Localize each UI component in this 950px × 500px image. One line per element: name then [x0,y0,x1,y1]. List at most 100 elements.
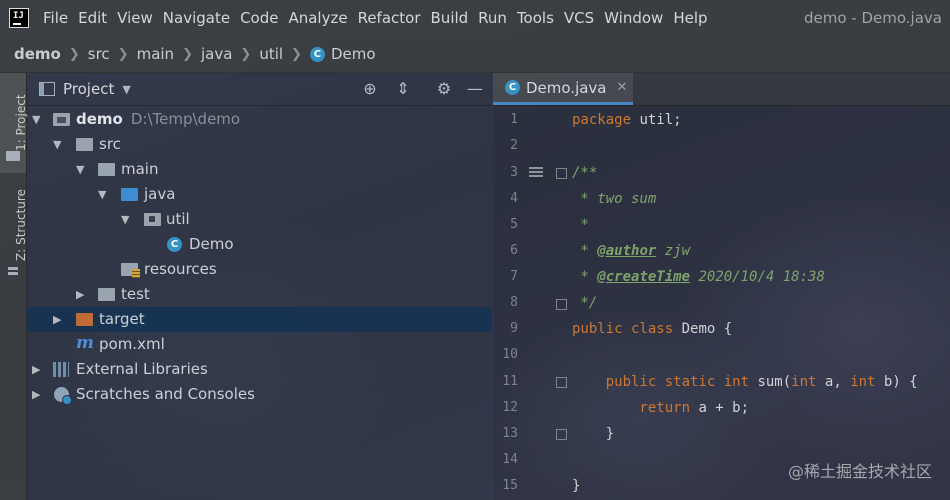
code-area[interactable]: package util; /** * two sum * * @author … [572,106,950,500]
source-folder-icon [121,188,138,201]
maven-icon: m [76,333,94,353]
tab-project[interactable]: 1: Project [0,73,28,173]
menu-bar: IJ File Edit View Navigate Code Analyze … [0,0,950,36]
breadcrumb-demo-class[interactable]: Demo [331,45,376,63]
menu-vcs[interactable]: VCS [564,9,594,27]
menu-edit[interactable]: Edit [78,9,107,27]
fold-marker-icon[interactable] [556,168,567,179]
tree-item-label: pom.xml [99,335,165,353]
menu-refactor[interactable]: Refactor [358,9,421,27]
tree-item-label: java [144,185,176,203]
rendered-doc-toggle-icon[interactable] [529,167,543,177]
line-number: 7 [510,269,518,284]
project-view-selector[interactable]: Project [63,80,114,98]
fold-marker-icon[interactable] [556,429,567,440]
collapsed-arrow-icon[interactable]: ▶ [32,382,40,407]
menu-help[interactable]: Help [673,9,707,27]
tab-label: Demo.java [526,78,607,97]
expanded-arrow-icon[interactable]: ▼ [32,107,40,132]
menu-tools[interactable]: Tools [517,9,554,27]
tree-item-util[interactable]: ▼ util [27,207,492,232]
collapsed-arrow-icon[interactable]: ▶ [32,357,40,382]
menu-build[interactable]: Build [431,9,469,27]
line-number: 4 [510,191,518,206]
menu-window[interactable]: Window [604,9,663,27]
line-number: 2 [510,138,518,153]
tool-window-strip: 1: Project Z: Structure [0,73,28,500]
tree-item-src[interactable]: ▼ src [27,132,492,157]
tree-item-main[interactable]: ▼ main [27,157,492,182]
tree-item-scratches[interactable]: ▶ Scratches and Consoles [27,382,492,407]
breadcrumb-java[interactable]: java [201,45,232,63]
menu-code[interactable]: Code [240,9,278,27]
menu-run[interactable]: Run [478,9,507,27]
code-line: public static int sum(int a, int b) { [572,374,918,390]
gear-icon[interactable]: ⚙ [434,79,454,99]
tree-item-java[interactable]: ▼ java [27,182,492,207]
code-line: */ [572,295,598,311]
breadcrumb-util[interactable]: util [259,45,283,63]
project-view-icon [39,82,55,96]
chevron-down-icon[interactable]: ▼ [122,83,130,96]
menu-analyze[interactable]: Analyze [288,9,347,27]
tree-item-target[interactable]: ▶ target [27,307,492,332]
tree-item-label: main [121,160,159,178]
line-number: 11 [502,374,518,389]
java-class-icon: C [167,237,182,252]
tab-project-label: 1: Project [14,94,28,151]
tree-item-resources[interactable]: resources [27,257,492,282]
tab-demo-java[interactable]: C Demo.java ✕ [493,73,633,105]
line-number: 10 [502,347,518,362]
breadcrumb-demo[interactable]: demo [14,45,61,63]
fold-marker-icon[interactable] [556,377,567,388]
menu-view[interactable]: View [117,9,153,27]
resources-folder-icon [121,263,140,278]
package-icon [144,213,161,226]
chevron-right-icon: ❯ [240,46,252,62]
tree-item-demo[interactable]: ▼ demo D:\Temp\demo [27,107,492,132]
breadcrumb-src[interactable]: src [88,45,110,63]
line-number: 3 [510,165,518,180]
module-folder-icon [53,113,70,126]
expanded-arrow-icon[interactable]: ▼ [53,132,61,157]
breadcrumb-main[interactable]: main [137,45,174,63]
expanded-arrow-icon[interactable]: ▼ [76,157,84,182]
chevron-right-icon: ❯ [182,46,193,62]
folder-icon [98,163,115,176]
java-class-icon: C [309,46,325,62]
editor-pane: C Demo.java ✕ 1 2 3 4 5 6 7 8 9 10 11 12… [493,73,950,500]
minimize-icon[interactable]: — [465,79,485,99]
tree-item-external-libraries[interactable]: ▶ External Libraries [27,357,492,382]
tree-item-test[interactable]: ▶ test [27,282,492,307]
code-line: /** [572,165,598,181]
line-number: 13 [502,426,518,441]
expanded-arrow-icon[interactable]: ▼ [121,207,129,232]
collapse-all-icon[interactable]: ⇕ [393,79,413,99]
project-panel-header: Project ▼ ⊕ ⇕ ⚙ — [27,73,492,106]
code-line: } [572,478,581,494]
close-icon[interactable]: ✕ [617,80,628,95]
chevron-right-icon: ❯ [291,46,302,62]
fold-marker-icon[interactable] [556,299,567,310]
menu-file[interactable]: File [43,9,68,27]
locate-crosshair-icon[interactable]: ⊕ [360,79,380,99]
breadcrumb: demo ❯ src ❯ main ❯ java ❯ util ❯ C Demo [0,36,950,73]
code-line: * two sum [572,191,657,207]
code-line: public class Demo { [572,321,733,337]
chevron-right-icon: ❯ [68,46,80,62]
tree-item-label: test [121,285,150,303]
expanded-arrow-icon[interactable]: ▼ [98,182,106,207]
collapsed-arrow-icon[interactable]: ▶ [76,282,84,307]
tab-structure[interactable]: Z: Structure [0,181,28,356]
line-number: 1 [510,112,518,127]
tree-item-demo-class[interactable]: C Demo [27,232,492,257]
code-line: * @author zjw [572,243,691,259]
tab-structure-label: Z: Structure [14,189,28,261]
line-number: 14 [502,452,518,467]
java-class-icon: C [505,80,520,95]
folder-icon [6,151,20,161]
collapsed-arrow-icon[interactable]: ▶ [53,307,61,332]
menu-navigate[interactable]: Navigate [163,9,230,27]
tree-item-label: External Libraries [76,360,208,378]
tree-item-pom[interactable]: m pom.xml [27,332,492,357]
